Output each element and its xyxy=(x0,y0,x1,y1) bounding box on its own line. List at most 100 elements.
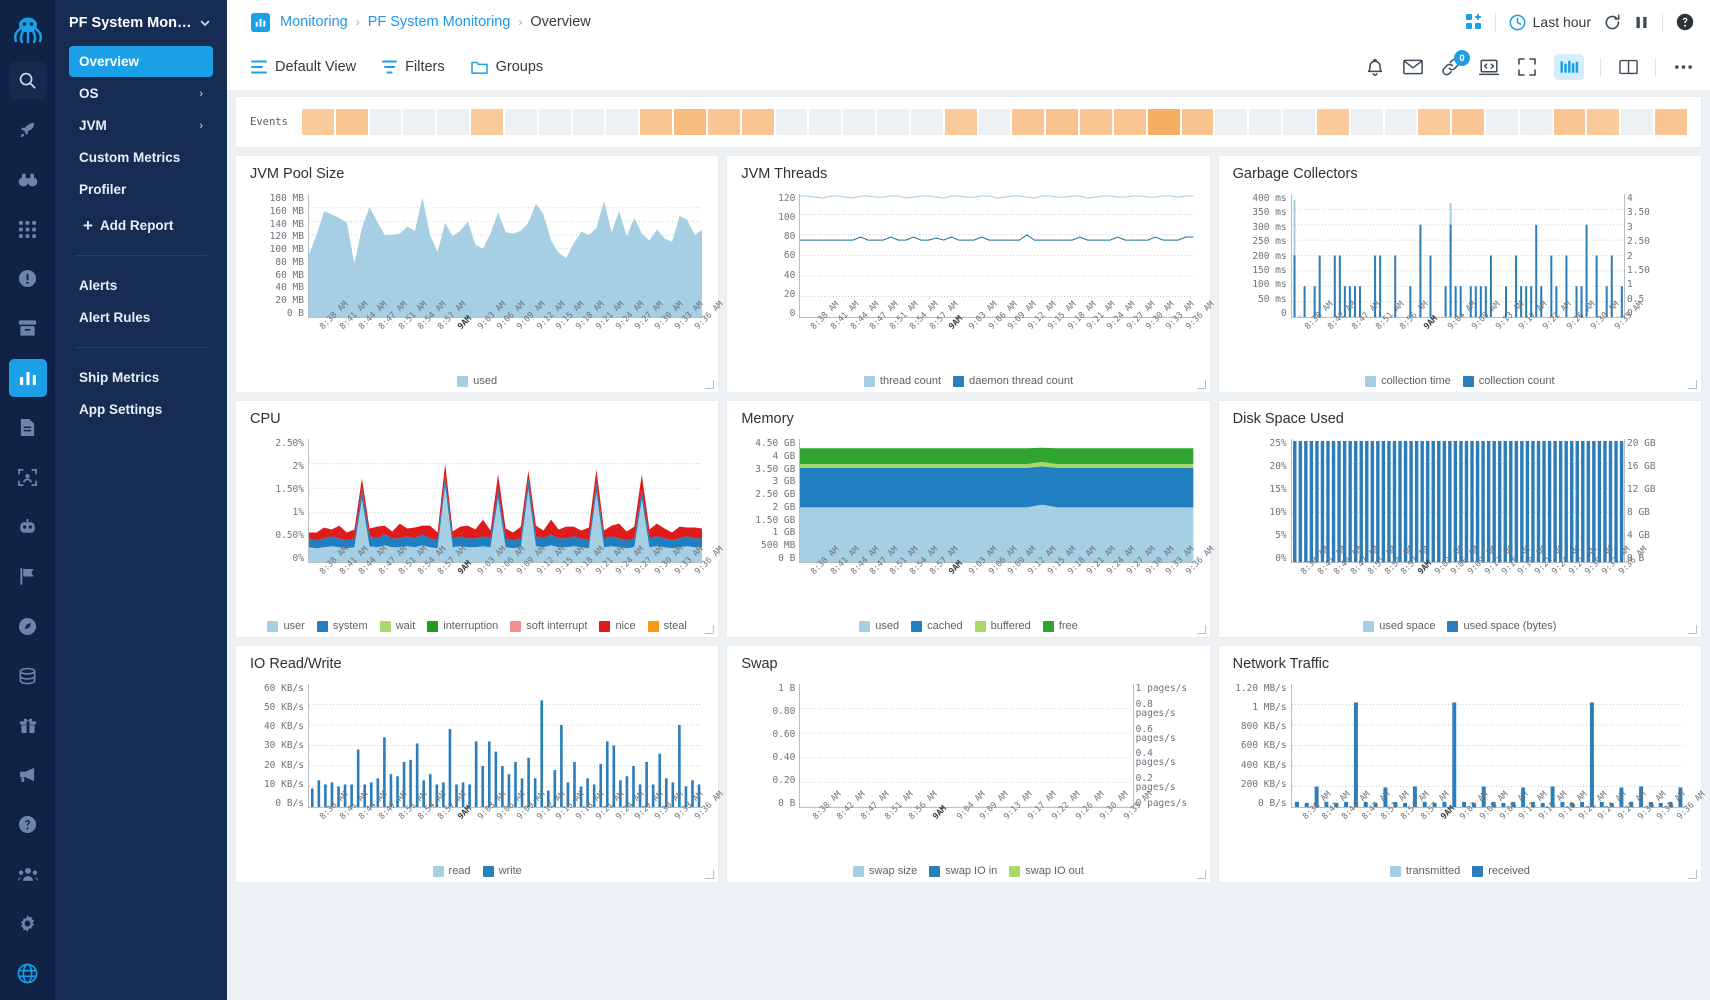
legend-item-used-space-bytes[interactable]: used space (bytes) xyxy=(1447,620,1556,632)
event-cell[interactable] xyxy=(1316,109,1349,135)
globe-compass-icon[interactable] xyxy=(9,607,47,645)
legend-item-cached[interactable]: cached xyxy=(911,620,963,632)
help-circle-icon[interactable] xyxy=(9,806,47,844)
split-view-icon[interactable] xyxy=(1617,56,1639,78)
legend-item-buffered[interactable]: buffered xyxy=(974,620,1031,632)
chart-card-swap[interactable]: Swap 1 B 0.80 0.60 0.40 0.20 0 B 1 pages/s 0.8 p… xyxy=(726,645,1211,883)
octopus-logo[interactable] xyxy=(5,6,51,52)
sidebar-item-alerts[interactable]: Alerts xyxy=(69,270,213,301)
legend-item-transmitted[interactable]: transmitted xyxy=(1389,865,1460,877)
chart-canvas[interactable] xyxy=(1290,684,1685,808)
megaphone-icon[interactable] xyxy=(9,756,47,794)
grid-apps-icon[interactable] xyxy=(9,210,47,248)
legend-item-collection-time[interactable]: collection time xyxy=(1365,375,1451,387)
resize-handle[interactable] xyxy=(705,870,715,879)
flag-icon[interactable] xyxy=(9,558,47,596)
binoculars-icon[interactable] xyxy=(9,161,47,199)
resize-handle[interactable] xyxy=(705,380,715,389)
chart-canvas[interactable] xyxy=(799,684,1134,808)
bar-chart-icon[interactable] xyxy=(8,359,47,397)
chart-canvas[interactable] xyxy=(308,439,703,563)
app-switcher[interactable]: PF System Monitor... xyxy=(69,0,213,46)
event-cell[interactable] xyxy=(1080,109,1112,135)
rocket-icon[interactable] xyxy=(9,111,47,149)
sidebar-item-ship-metrics[interactable]: Ship Metrics xyxy=(69,362,213,393)
event-cell[interactable] xyxy=(1249,109,1282,135)
fullscreen-icon[interactable] xyxy=(1516,56,1538,78)
legend-item-used[interactable]: used xyxy=(859,620,899,632)
event-cell[interactable] xyxy=(1519,109,1552,135)
link-badge-icon[interactable]: 0 xyxy=(1440,50,1470,78)
chart-card-cpu[interactable]: CPU 2.50% 2% 1.50% 1% 0.50% 0% 8:38 AM 8:41 AM 8:… xyxy=(235,400,725,638)
refresh-icon[interactable] xyxy=(1604,14,1621,31)
event-cell[interactable] xyxy=(437,109,470,135)
settings-gear-icon[interactable] xyxy=(9,905,47,943)
legend-item-received[interactable]: received xyxy=(1472,865,1530,877)
event-cell[interactable] xyxy=(640,109,673,135)
chart-card-garbage-collectors[interactable]: Garbage Collectors 400 ms 350 ms 300 ms 250 … xyxy=(1217,155,1702,393)
chart-card-jvm-pool-size[interactable]: JVM Pool Size 180 MB 160 MB 140 MB 120 MB 100… xyxy=(235,155,725,393)
legend-item-thread-count[interactable]: thread count xyxy=(863,375,941,387)
chart-canvas[interactable] xyxy=(799,439,1194,563)
legend-item-free[interactable]: free xyxy=(1042,620,1078,632)
bell-add-icon[interactable] xyxy=(1364,56,1386,78)
event-cell[interactable] xyxy=(877,109,909,135)
chart-card-jvm-threads[interactable]: JVM Threads 120 100 80 60 40 20 0 8:38 AM 8:41 AM… xyxy=(726,155,1216,393)
event-cell[interactable] xyxy=(1012,109,1045,135)
breadcrumb-pf-system-monitoring[interactable]: PF System Monitoring xyxy=(368,14,511,30)
search-icon[interactable] xyxy=(8,61,47,100)
legend-item-user[interactable]: user xyxy=(267,620,305,632)
legend-item-nice[interactable]: nice xyxy=(599,620,636,632)
resize-handle[interactable] xyxy=(1196,380,1206,389)
resize-handle[interactable] xyxy=(1196,870,1206,879)
apps-add-icon[interactable] xyxy=(1465,14,1482,30)
legend-item-steal[interactable]: steal xyxy=(647,620,687,632)
event-cell[interactable] xyxy=(1283,109,1315,135)
legend-item-daemon-thread-count[interactable]: daemon thread count xyxy=(953,375,1073,387)
event-cell[interactable] xyxy=(674,109,706,135)
chart-canvas[interactable] xyxy=(308,684,703,808)
sidebar-item-overview[interactable]: Overview xyxy=(69,46,213,77)
event-cell[interactable] xyxy=(1384,109,1417,135)
team-icon[interactable] xyxy=(9,855,47,893)
event-cell[interactable] xyxy=(775,109,808,135)
event-cell[interactable] xyxy=(1418,109,1451,135)
archive-icon[interactable] xyxy=(9,310,47,348)
chart-canvas[interactable] xyxy=(1290,194,1625,318)
globe-icon[interactable] xyxy=(9,954,47,992)
chart-card-disk-space-used[interactable]: Disk Space Used 25% 20% 15% 10% 5% 0% 20 GB 16 G… xyxy=(1217,400,1702,638)
event-cell[interactable] xyxy=(471,109,503,135)
legend-item-soft-interrupt[interactable]: soft interrupt xyxy=(510,620,587,632)
legend-item-interruption[interactable]: interruption xyxy=(427,620,498,632)
legend-item-used[interactable]: used xyxy=(457,375,497,387)
chart-card-io-read-write[interactable]: IO Read/Write 60 KB/s 50 KB/s 40 KB/s 30 KB/… xyxy=(235,645,725,883)
sidebar-item-custom-metrics[interactable]: Custom Metrics xyxy=(69,142,213,173)
scan-face-icon[interactable] xyxy=(9,458,47,496)
event-cell[interactable] xyxy=(504,109,537,135)
legend-item-swap-io-out[interactable]: swap IO out xyxy=(1009,865,1084,877)
legend-item-wait[interactable]: wait xyxy=(379,620,415,632)
help-icon[interactable] xyxy=(1676,13,1694,31)
add-report-button[interactable]: + Add Report xyxy=(69,209,213,241)
event-cell[interactable] xyxy=(1113,109,1146,135)
resize-handle[interactable] xyxy=(1196,625,1206,634)
event-cell[interactable] xyxy=(1621,109,1654,135)
event-cell[interactable] xyxy=(1350,109,1383,135)
event-cell[interactable] xyxy=(843,109,876,135)
event-cell[interactable] xyxy=(606,109,639,135)
filters-button[interactable]: Filters xyxy=(382,59,445,75)
resize-handle[interactable] xyxy=(1688,380,1697,389)
database-icon[interactable] xyxy=(9,657,47,695)
event-cell[interactable] xyxy=(1046,109,1079,135)
event-cell[interactable] xyxy=(302,109,334,135)
sidebar-item-os[interactable]: OS › xyxy=(69,78,213,109)
event-cell[interactable] xyxy=(1452,109,1484,135)
event-cell[interactable] xyxy=(1215,109,1248,135)
legend-item-system[interactable]: system xyxy=(316,620,368,632)
event-cell[interactable] xyxy=(1553,109,1586,135)
event-cell[interactable] xyxy=(335,109,368,135)
event-cell[interactable] xyxy=(978,109,1011,135)
event-cell[interactable] xyxy=(1181,109,1214,135)
bars-view-icon[interactable] xyxy=(1554,54,1584,80)
more-icon[interactable] xyxy=(1672,56,1694,78)
